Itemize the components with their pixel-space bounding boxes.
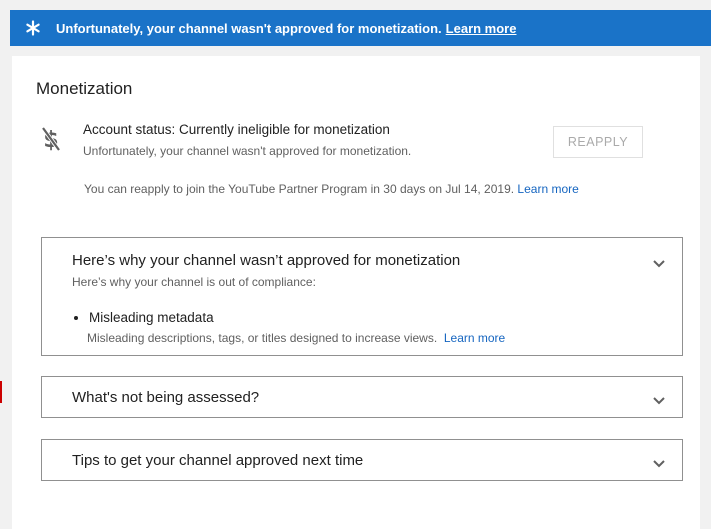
banner-learn-more-link[interactable]: Learn more: [446, 21, 517, 36]
side-edge-marker: [0, 381, 2, 403]
chevron-down-icon[interactable]: [652, 393, 666, 411]
reapply-button[interactable]: REAPPLY: [553, 126, 643, 158]
why-not-approved-panel: Here’s why your channel wasn’t approved …: [41, 237, 683, 356]
account-status-detail: Unfortunately, your channel wasn't appro…: [83, 144, 412, 158]
reason-desc-text: Misleading descriptions, tags, or titles…: [87, 331, 438, 345]
chevron-down-icon[interactable]: [652, 256, 666, 274]
tips-header[interactable]: Tips to get your channel approved next t…: [72, 452, 363, 469]
not-assessed-panel[interactable]: What's not being assessed?: [41, 376, 683, 418]
reason-description: Misleading descriptions, tags, or titles…: [87, 331, 505, 345]
compliance-subtitle: Here’s why your channel is out of compli…: [72, 275, 316, 289]
chevron-down-icon[interactable]: [652, 456, 666, 474]
bullet-icon: [74, 315, 78, 320]
reason-learn-more-link[interactable]: Learn more: [444, 331, 505, 345]
tips-panel[interactable]: Tips to get your channel approved next t…: [41, 439, 683, 481]
page-title: Monetization: [36, 79, 133, 98]
reason-title: Misleading metadata: [89, 310, 214, 325]
monetization-card: Monetization $ Account status: Currently…: [12, 56, 700, 529]
monetization-banner: Unfortunately, your channel wasn't appro…: [10, 10, 711, 46]
account-status: Account status: Currently ineligible for…: [83, 122, 390, 137]
reason-list-item: Misleading metadata: [72, 310, 214, 325]
reapply-info-text: You can reapply to join the YouTube Part…: [84, 182, 515, 196]
reapply-learn-more-link[interactable]: Learn more: [517, 182, 578, 196]
why-not-approved-header[interactable]: Here’s why your channel wasn’t approved …: [72, 252, 460, 269]
no-dollar-icon: $: [40, 126, 62, 157]
banner-message: Unfortunately, your channel wasn't appro…: [56, 20, 442, 36]
star-icon: [10, 20, 56, 36]
not-assessed-header[interactable]: What's not being assessed?: [72, 389, 259, 406]
reapply-info: You can reapply to join the YouTube Part…: [84, 182, 579, 196]
